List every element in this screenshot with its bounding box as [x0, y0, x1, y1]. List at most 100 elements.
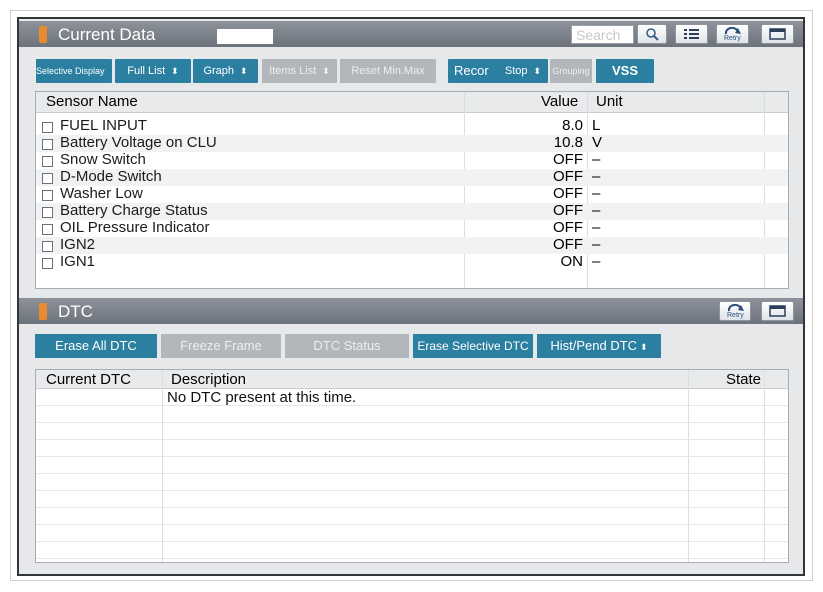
sensor-unit: – — [592, 185, 601, 202]
selective-display-select[interactable]: Selective Display ⬍ — [36, 59, 112, 83]
dtc-retry-button[interactable]: Retry — [719, 301, 751, 321]
table-row[interactable]: IGN1 ON – — [36, 253, 788, 271]
column-unit: Unit — [596, 93, 623, 110]
dtc-status-button[interactable]: DTC Status — [285, 334, 409, 358]
stop-label: Stop — [504, 65, 528, 77]
row-checkbox[interactable] — [42, 258, 53, 269]
row-checkbox[interactable] — [42, 173, 53, 184]
dtc-header: DTC Retry — [19, 298, 803, 324]
stop-select[interactable]: Stop ⬍ — [498, 59, 548, 83]
vss-button[interactable]: VSS — [596, 59, 654, 83]
sensor-value: OFF — [553, 151, 583, 168]
list-view-button[interactable] — [675, 24, 708, 44]
dtc-title: DTC — [58, 302, 93, 321]
maximize-icon — [769, 305, 786, 317]
record-button[interactable]: Recor — [448, 59, 500, 83]
graph-select[interactable]: Graph ⬍ — [193, 59, 258, 83]
table-row[interactable] — [36, 456, 788, 474]
hist-pend-dtc-select[interactable]: Hist/Pend DTC ⬍ — [537, 334, 661, 358]
column-sensor-name: Sensor Name — [46, 93, 138, 110]
sensor-value: OFF — [553, 185, 583, 202]
select-arrow-icon: ⬍ — [533, 66, 542, 76]
sensor-value: 8.0 — [562, 117, 583, 134]
table-row[interactable] — [36, 388, 788, 406]
table-row[interactable]: Battery Voltage on CLU 10.8 V — [36, 134, 788, 152]
table-row[interactable] — [36, 405, 788, 423]
table-row[interactable]: OIL Pressure Indicator OFF – — [36, 219, 788, 237]
current-data-table: Sensor Name Value Unit FUEL INPUT 8.0 L Ba… — [35, 91, 789, 289]
select-arrow-icon: ⬍ — [240, 66, 248, 76]
row-checkbox[interactable] — [42, 139, 53, 150]
table-row[interactable] — [36, 507, 788, 525]
sensor-name: Battery Voltage on CLU — [60, 134, 217, 151]
maximize-icon — [769, 28, 786, 40]
search-icon — [646, 28, 659, 41]
table-row[interactable]: Washer Low OFF – — [36, 185, 788, 203]
row-checkbox[interactable] — [42, 122, 53, 133]
items-list-select[interactable]: Items List ⬍ — [262, 59, 337, 83]
dtc-maximize-button[interactable] — [761, 301, 794, 321]
sensor-unit: V — [592, 134, 603, 151]
table-row[interactable]: FUEL INPUT 8.0 L — [36, 117, 788, 135]
sensor-unit: – — [592, 236, 601, 253]
list-icon — [684, 29, 699, 39]
sensor-value: OFF — [553, 168, 583, 185]
select-arrow-icon: ⬍ — [640, 342, 648, 352]
current-data-header: Current Data Search Retry — [19, 21, 803, 47]
table-row[interactable]: D-Mode Switch OFF – — [36, 168, 788, 186]
graph-label: Graph — [203, 65, 235, 77]
items-list-label: Items List — [269, 65, 317, 77]
column-state: State — [726, 371, 762, 388]
maximize-button[interactable] — [761, 24, 794, 44]
no-dtc-message: No DTC present at this time. — [167, 389, 357, 406]
row-checkbox[interactable] — [42, 241, 53, 252]
select-arrow-icon: ⬍ — [111, 66, 112, 76]
sensor-value: ON — [560, 253, 584, 270]
sensor-value: OFF — [553, 219, 583, 236]
current-data-title: Current Data — [58, 25, 156, 44]
table-row[interactable]: Snow Switch OFF – — [36, 151, 788, 169]
grouping-button[interactable]: Grouping — [550, 59, 592, 83]
search-button[interactable] — [637, 24, 667, 44]
erase-all-dtc-button[interactable]: Erase All DTC — [35, 334, 157, 358]
retry-button[interactable]: Retry — [716, 24, 749, 44]
sensor-value: OFF — [553, 202, 583, 219]
table-row[interactable]: Battery Charge Status OFF – — [36, 202, 788, 220]
sensor-unit: – — [592, 253, 601, 270]
table-row[interactable]: IGN2 OFF – — [36, 236, 788, 254]
table-row[interactable] — [36, 473, 788, 491]
sensor-unit: – — [592, 219, 601, 236]
erase-selective-dtc-button[interactable]: Erase Selective DTC — [413, 334, 533, 358]
sensor-name: IGN2 — [60, 236, 96, 253]
gds-window: Current Data Search Retry Selective Disp… — [17, 17, 805, 576]
retry-label: Retry — [727, 312, 744, 319]
table-row[interactable] — [36, 490, 788, 508]
sensor-name: D-Mode Switch — [60, 168, 162, 185]
table-row[interactable] — [36, 439, 788, 457]
sensor-unit: – — [592, 202, 601, 219]
row-checkbox[interactable] — [42, 190, 53, 201]
table-row[interactable] — [36, 422, 788, 440]
table-row[interactable] — [36, 524, 788, 542]
column-current-dtc: Current DTC — [46, 371, 132, 388]
sensor-name: IGN1 — [60, 253, 96, 270]
title-input-field[interactable] — [217, 29, 273, 44]
column-description: Description — [171, 371, 247, 388]
sensor-value: 10.8 — [553, 134, 583, 151]
full-list-select[interactable]: Full List ⬍ — [115, 59, 191, 83]
row-checkbox[interactable] — [42, 156, 53, 167]
sensor-unit: – — [592, 151, 601, 168]
sensor-name: OIL Pressure Indicator — [60, 219, 210, 236]
table-header: Sensor Name Value Unit — [36, 92, 788, 113]
sensor-unit: – — [592, 168, 601, 185]
freeze-frame-button[interactable]: Freeze Frame — [161, 334, 281, 358]
row-checkbox[interactable] — [42, 224, 53, 235]
search-input[interactable]: Search — [571, 25, 634, 44]
row-checkbox[interactable] — [42, 207, 53, 218]
table-row[interactable] — [36, 541, 788, 559]
panel-marker — [39, 303, 47, 320]
dtc-table: Current DTC Description State No DTC pre… — [35, 369, 789, 563]
reset-min-max-button[interactable]: Reset Min.Max — [340, 59, 436, 83]
sensor-name: Washer Low — [60, 185, 143, 202]
panel-marker — [39, 26, 47, 43]
